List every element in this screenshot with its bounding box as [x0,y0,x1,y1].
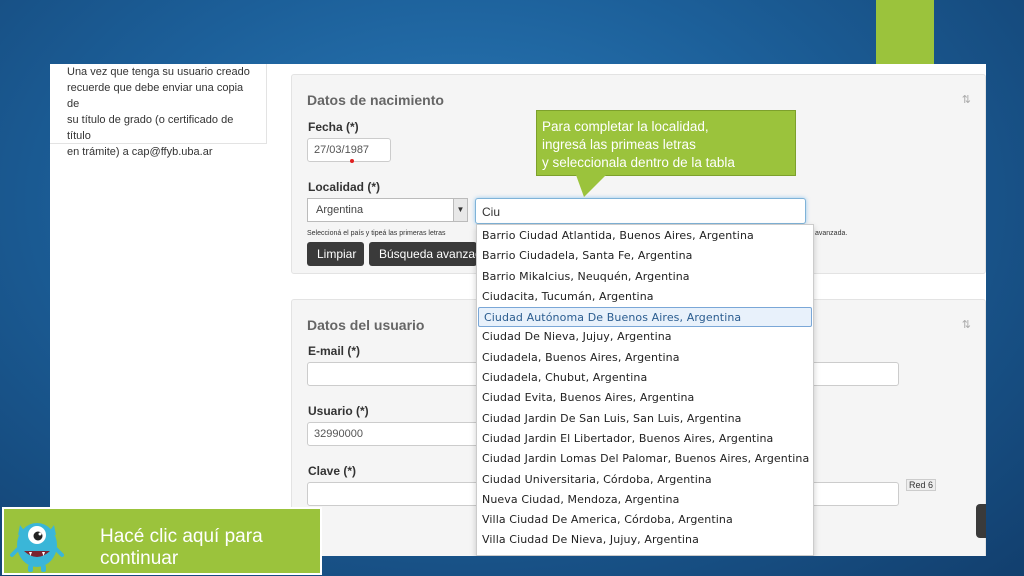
info-box: Una vez que tenga su usuario creado recu… [50,64,267,158]
country-select-value: Argentina [316,204,364,216]
dropdown-option[interactable]: Barrio Mikalcius, Neuquén, Argentina [477,267,813,287]
user-label: Usuario (*) [308,404,369,418]
dropdown-option[interactable]: Ciudad Universitaria, Córdoba, Argentina [477,470,813,490]
chevron-down-icon: ▼ [453,199,467,221]
info-line: su título de grado (o certificado de tít… [67,114,234,142]
callout-line: y seleccionala dentro de la tabla [542,155,735,170]
clear-button[interactable]: Limpiar [307,242,364,266]
dropdown-option[interactable]: Barrio Ciudad Atlantida, Buenos Aires, A… [477,226,813,246]
dropdown-option[interactable]: Villa Ciudad De Nieva, Jujuy, Argentina [477,530,813,550]
dropdown-option[interactable]: Ciudad Evita, Buenos Aires, Argentina [477,388,813,408]
dropdown-option[interactable]: Ciudad Jardin De San Luis, San Luis, Arg… [477,409,813,429]
footer-label: Red 6 [906,479,937,491]
form-screenshot: Una vez que tenga su usuario creado recu… [50,64,986,556]
dropdown-option[interactable]: Barrio Ciudadela, Santa Fe, Argentina [477,246,813,266]
password-label: Clave (*) [308,464,357,478]
callout-tail [576,175,606,197]
dropdown-option-selected[interactable]: Ciudad Autónoma De Buenos Aires, Argenti… [478,307,812,328]
side-tab[interactable] [976,504,986,538]
dropdown-option[interactable]: Ciudad De Nieva, Jujuy, Argentina [477,327,813,347]
monster-mascot-icon [10,523,64,572]
dropdown-option[interactable]: Nueva Ciudad, Mendoza, Argentina [477,490,813,510]
date-field[interactable]: 27/03/1987 [307,138,391,162]
locality-label: Localidad (*) [308,180,381,194]
birth-section-title: Datos de nacimiento [307,92,444,108]
info-line: Una vez que tenga su usuario creado [67,66,250,78]
dropdown-option[interactable]: Ciudadela, Chubut, Argentina [477,368,813,388]
locality-hint-end: avanzada. [815,230,848,237]
date-label: Fecha (*) [308,120,359,134]
info-line: en trámite) a cap@ffyb.uba.ar [67,146,213,158]
info-line: recuerde que debe enviar una copia de [67,82,244,110]
locality-hint: Seleccioná el país y tipeá las primeras … [307,230,446,237]
dropdown-option[interactable]: Ciudacita, Tucumán, Argentina [477,287,813,307]
dropdown-option[interactable]: Ciudadela, Buenos Aires, Argentina [477,348,813,368]
accent-bar [876,0,934,64]
locality-search-input[interactable]: Ciu [475,198,806,224]
dropdown-option[interactable]: Ciudad Jardin Lomas Del Palomar, Buenos … [477,449,813,469]
continue-button[interactable]: Hacé clic aquí para continuar [2,507,322,575]
required-dot-icon [350,159,354,163]
user-section-title: Datos del usuario [307,317,425,333]
country-select[interactable]: Argentina ▼ [307,198,468,222]
locality-dropdown: Barrio Ciudad Atlantida, Buenos Aires, A… [476,224,814,556]
dropdown-option[interactable]: Ciudad Jardin El Libertador, Buenos Aire… [477,429,813,449]
email-label: E-mail (*) [308,344,361,358]
advanced-search-button[interactable]: Búsqueda avanzada [369,242,477,266]
collapse-icon[interactable]: ⇅ [962,93,971,106]
instruction-callout: Para completar la localidad, ingresá las… [536,110,796,176]
collapse-icon[interactable]: ⇅ [962,318,971,331]
continue-text: Hacé clic aquí para continuar [100,526,263,569]
user-field[interactable]: 32990000 [307,422,487,446]
dropdown-option[interactable]: Villa Ciudad De America, Córdoba, Argent… [477,510,813,530]
callout-line: Para completar la localidad, [542,119,709,134]
callout-line: ingresá las primeas letras [542,137,696,152]
